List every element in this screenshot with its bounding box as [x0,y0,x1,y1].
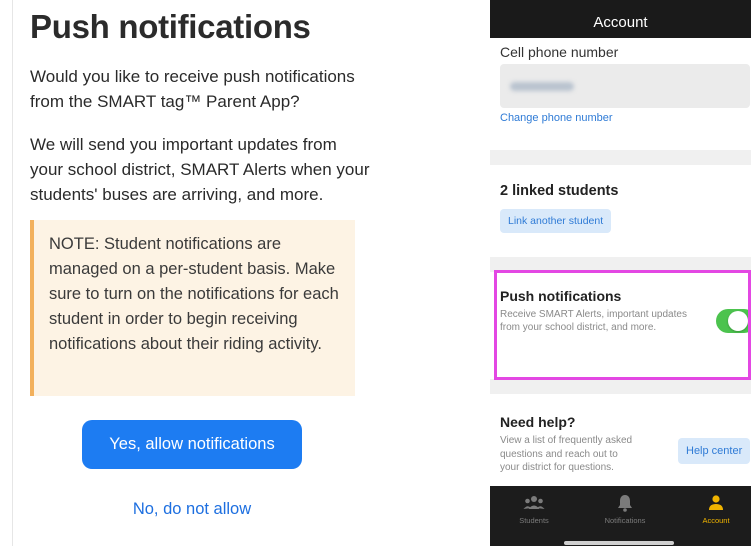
allow-notifications-button[interactable]: Yes, allow notifications [82,420,302,469]
linked-students-section: 2 linked students Link another student [490,165,751,257]
tab-account[interactable]: Account [686,494,746,525]
help-center-button[interactable]: Help center [678,438,751,464]
account-icon [709,495,723,510]
change-phone-link[interactable]: Change phone number [500,112,613,124]
tab-notifications[interactable]: Notifications [595,494,655,525]
linked-students-title: 2 linked students [500,183,619,199]
help-title: Need help? [500,414,576,430]
divider [12,0,13,546]
permission-prompt: Push notifications Would you like to rec… [0,0,372,546]
help-section: Need help? View a list of frequently ask… [490,394,751,486]
tab-students-label: Students [519,516,549,525]
cell-phone-label: Cell phone number [500,44,619,60]
nav-bar-title: Account [490,0,751,38]
note-box: NOTE: Student notifications are managed … [30,220,355,396]
students-icon [523,496,545,509]
link-student-button[interactable]: Link another student [500,209,612,233]
cell-phone-section: Cell phone number Change phone number [490,38,751,150]
intro-text: Would you like to receive push notificat… [30,67,355,111]
note-text: NOTE: Student notifications are managed … [49,235,339,353]
tab-bar: Students Notifications Account [490,486,751,546]
home-indicator [564,541,674,545]
details-text: We will send you important updates from … [30,135,370,204]
tab-students[interactable]: Students [504,494,564,525]
deny-notifications-link[interactable]: No, do not allow [82,500,302,519]
help-description: View a list of frequently asked question… [500,435,633,473]
bell-icon [618,495,632,512]
tab-notifications-label: Notifications [604,516,646,525]
phone-number-field [500,64,750,108]
tab-account-label: Account [702,516,730,525]
page-title: Push notifications [30,8,311,45]
redacted-phone-number [510,82,574,91]
highlight-box [494,270,751,380]
